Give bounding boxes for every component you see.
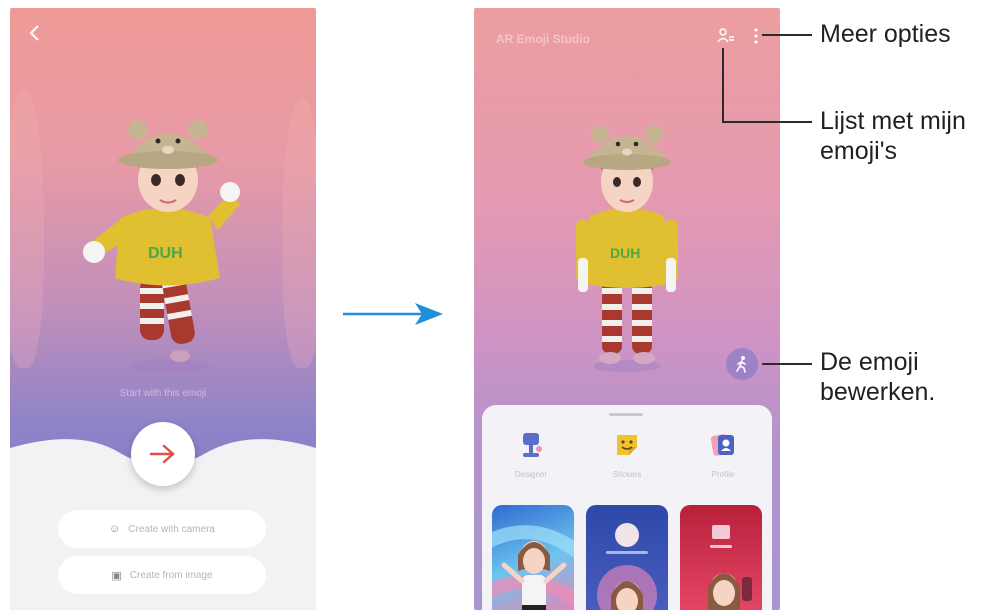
create-with-camera-label: Create with camera [128, 523, 215, 535]
callout-line-edit [762, 363, 812, 365]
create-with-camera-button[interactable]: ☺ Create with camera [58, 510, 266, 548]
preview-card-call[interactable] [586, 505, 668, 610]
image-icon: ▣ [111, 569, 122, 582]
svg-text:DUH: DUH [610, 245, 640, 261]
side-avatar-left [10, 88, 44, 368]
designer-chair-icon [523, 433, 542, 457]
sticker-icon [617, 435, 637, 455]
callout-list-line1: Lijst met mijn [820, 107, 966, 135]
designer-label: Designer [514, 470, 547, 479]
preview-card-lockscreen[interactable] [680, 505, 762, 610]
smiley-icon: ☺ [109, 523, 121, 535]
callout-more-options: Meer opties [820, 20, 951, 48]
callout-line-list-horizontal [722, 121, 812, 123]
stickers-label: Stickers [612, 470, 642, 479]
svg-text:DUH: DUH [148, 245, 183, 262]
callout-line-list-vertical [722, 48, 724, 122]
avatar-call-thumbnail [597, 523, 657, 610]
callout-edit-line2: bewerken. [820, 378, 936, 406]
category-stickers[interactable]: Stickers [592, 431, 662, 479]
create-from-image-button[interactable]: ▣ Create from image [58, 556, 266, 594]
category-designer[interactable]: Designer [496, 431, 566, 479]
avatar-preview: DUH [576, 125, 678, 372]
back-button[interactable] [24, 22, 46, 44]
callout-edit-line1: De emoji [820, 348, 919, 376]
profile-label: Profile [711, 470, 735, 479]
illustration: DUH Start with this emoji ☺ Create with … [0, 0, 986, 614]
preview-card-designer[interactable] [492, 505, 574, 610]
my-emoji-list-button[interactable] [716, 26, 736, 46]
avatar-pose-thumbnail [492, 525, 574, 610]
avatar-illustration: DUH [83, 120, 240, 373]
next-button[interactable] [131, 422, 195, 486]
more-options-button[interactable] [750, 26, 762, 46]
start-with-emoji-text: Start with this emoji [119, 388, 207, 399]
sheet-handle[interactable] [609, 413, 643, 416]
emoji-studio-screen: AR Emoji Studio DUH Designer Stickers Pr… [474, 8, 780, 610]
edit-emoji-button[interactable] [726, 348, 758, 380]
callout-list-line2: emoji's [820, 137, 898, 165]
category-profile[interactable]: Profile [688, 431, 758, 479]
flow-arrow-icon [343, 303, 443, 325]
arrow-right-icon [149, 444, 175, 464]
side-avatar-right [282, 98, 316, 368]
callout-line-more-options [762, 34, 812, 36]
avatar-lockscreen-thumbnail [708, 525, 752, 610]
emoji-intro-screen: DUH Start with this emoji ☺ Create with … [10, 8, 316, 610]
bottom-sheet: Designer Stickers Profile [482, 405, 772, 610]
app-title: AR Emoji Studio [496, 32, 590, 46]
chevron-left-icon [29, 25, 39, 41]
person-list-icon [717, 28, 734, 43]
profile-card-icon [710, 434, 734, 456]
person-walk-icon [736, 356, 746, 373]
create-from-image-label: Create from image [129, 569, 213, 581]
more-vertical-icon [754, 28, 758, 44]
